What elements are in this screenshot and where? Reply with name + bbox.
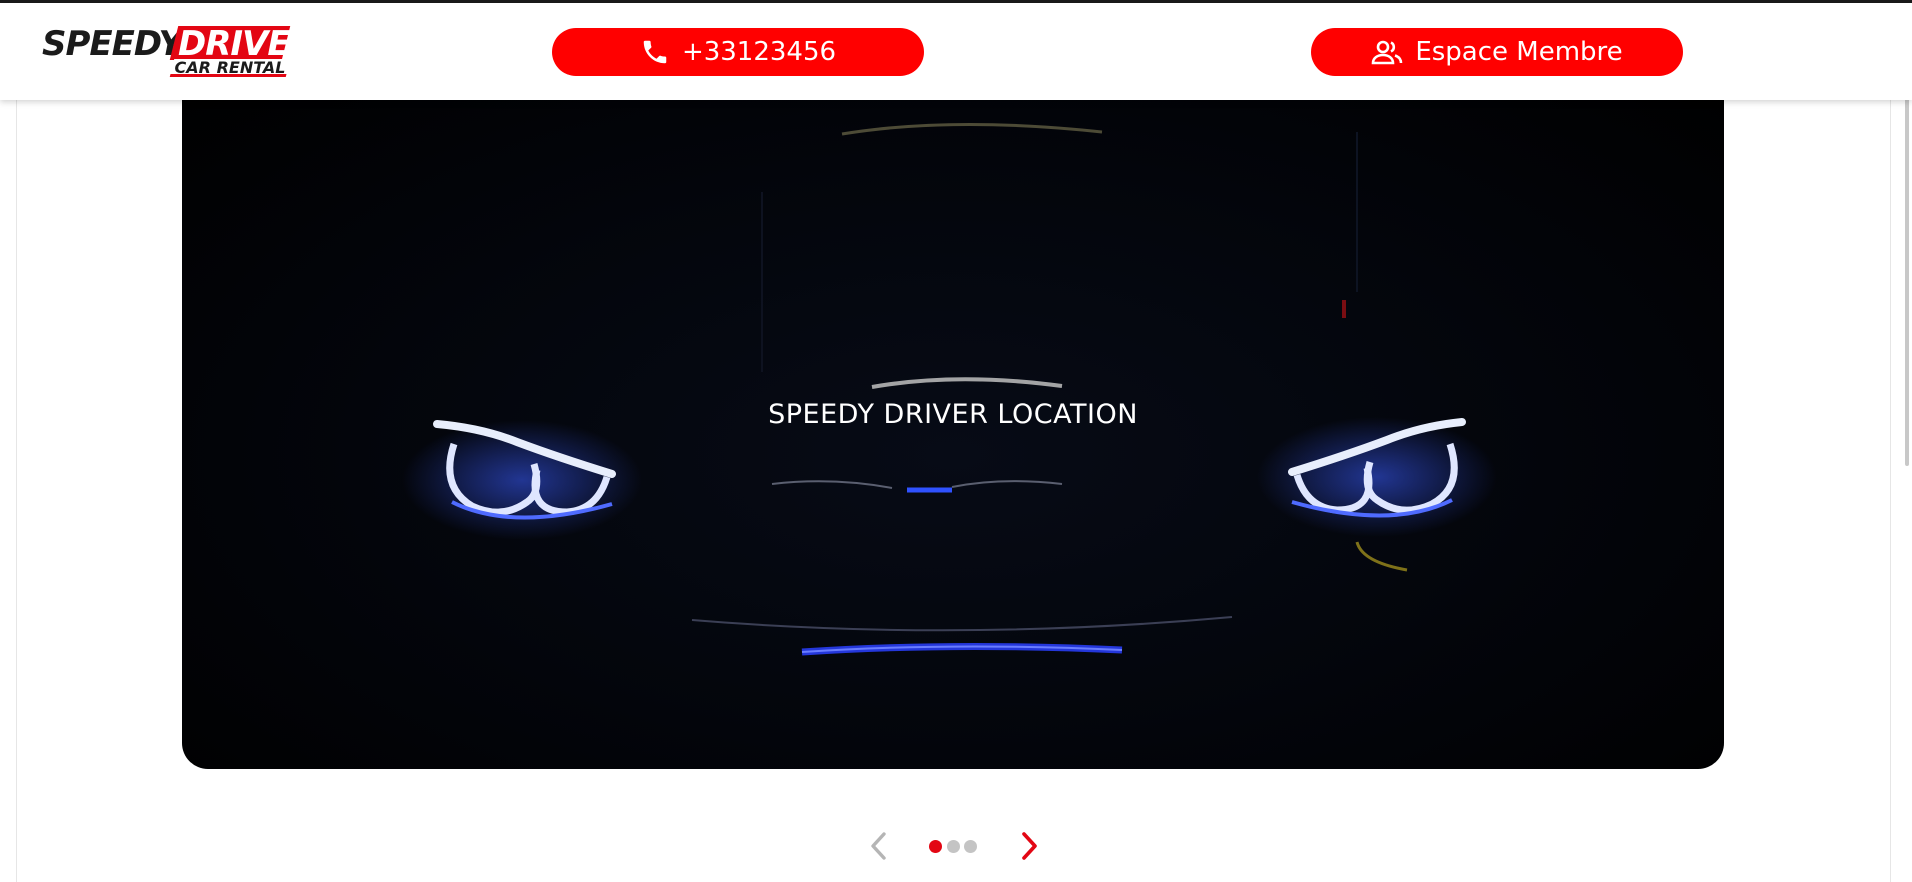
logo-word-speedy: SPEEDY [42,24,183,64]
phone-button[interactable]: +33123456 [552,28,924,76]
carousel-dot-3[interactable] [964,840,977,853]
carousel-dot-2[interactable] [947,840,960,853]
member-area-label: Espace Membre [1415,37,1623,67]
content-left-border [16,100,17,882]
speedy-drive-logo[interactable]: SPEEDY DRIVE CAR RENTAL [42,23,291,78]
hero-title: SPEEDY DRIVER LOCATION [768,399,1138,430]
phone-button-label: +33123456 [681,37,837,67]
logo-tagline: CAR RENTAL [174,58,286,77]
member-area-button[interactable]: Espace Membre [1311,28,1683,76]
phone-icon [640,37,670,67]
content-right-border [1890,100,1891,882]
chevron-right-icon[interactable] [1014,830,1044,862]
page-scrollbar[interactable] [1905,86,1909,466]
carousel-dot-1[interactable] [929,840,942,853]
hero-slide: SPEEDY DRIVER LOCATION [182,72,1724,769]
site-header: SPEEDY DRIVE CAR RENTAL +33123456 Espace… [0,3,1912,100]
carousel-controls [0,824,1912,868]
users-icon [1371,38,1403,66]
chevron-left-icon[interactable] [864,830,894,862]
